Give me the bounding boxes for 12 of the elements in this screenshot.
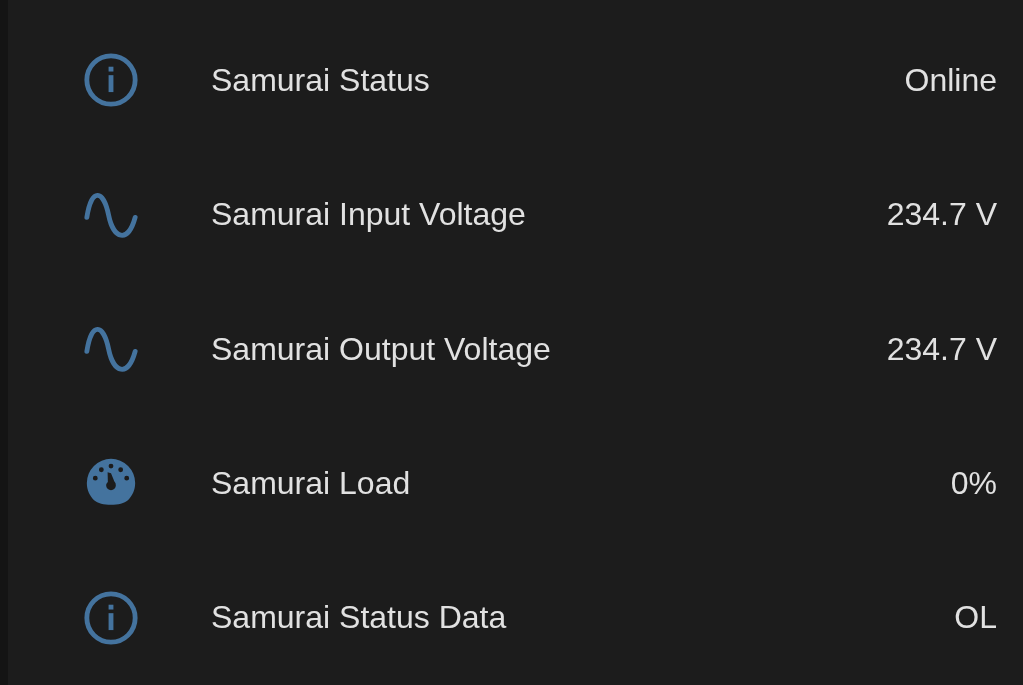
info-icon: [82, 588, 140, 647]
entity-name: Samurai Load: [211, 464, 412, 502]
entity-name: Samurai Status: [211, 61, 431, 99]
entity-name: Samurai Status Data: [211, 599, 508, 637]
entity-state: 234.7 V: [886, 330, 997, 368]
entity-state: 0%: [950, 464, 997, 502]
entity-name: Samurai Output Voltage: [211, 330, 552, 368]
entity-state: OL: [954, 599, 997, 637]
entity-name: Samurai Input Voltage: [211, 196, 527, 234]
entity-state: 234.7 V: [886, 196, 997, 234]
entity-state: Online: [904, 61, 997, 99]
info-icon: [82, 51, 140, 110]
